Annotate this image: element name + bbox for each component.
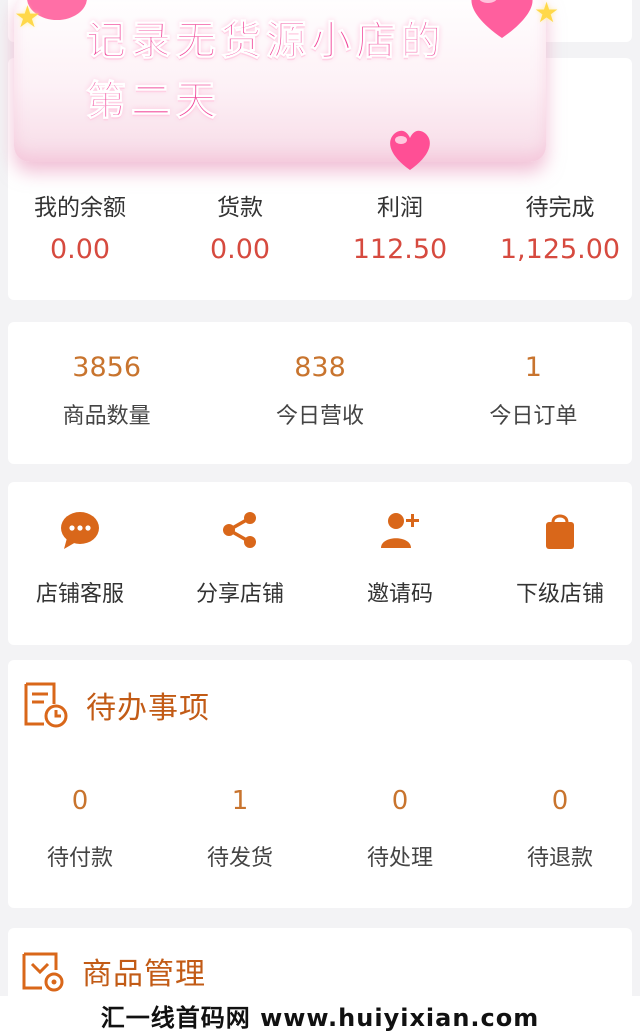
todo-label-pending-process[interactable]: 待处理 (320, 840, 480, 872)
todo-label-pending-shipment[interactable]: 待发货 (160, 840, 320, 872)
todo-label-pending-payment[interactable]: 待付款 (0, 840, 160, 872)
stat-values: 3856 838 1 (0, 352, 640, 383)
sticker-text-line2: 第二天 (86, 78, 221, 125)
tool-label-customer-service[interactable]: 店铺客服 (0, 576, 160, 608)
balance-label-pending: 待完成 (525, 195, 595, 221)
balance-value-pending[interactable]: 1,125.00 (480, 234, 640, 265)
balance-label-mine: 我的余额 (34, 195, 126, 221)
watermark-bar: 汇一线首码网 www.huiyixian.com (0, 996, 640, 1034)
balance-value-goods-payment[interactable]: 0.00 (160, 234, 320, 265)
balance-label-profit: 利润 (377, 195, 423, 221)
heart-icon (471, 0, 533, 38)
goods-management-icon (22, 952, 64, 992)
stat-label-today-revenue: 今日营收 (275, 404, 364, 429)
stat-label-product-count: 商品数量 (62, 404, 151, 429)
add-user-icon (381, 513, 419, 548)
goods-section-header[interactable]: 商品管理 (20, 948, 206, 994)
tool-share-store[interactable] (160, 506, 320, 554)
stat-value-today-revenue[interactable]: 838 (213, 352, 426, 383)
balance-value-profit[interactable]: 112.50 (320, 234, 480, 265)
tool-sub-store[interactable] (480, 506, 640, 554)
star-icon: ★ (14, 0, 41, 35)
todo-value-pending-payment[interactable]: 0 (0, 786, 160, 816)
tool-customer-service[interactable] (0, 506, 160, 554)
tool-label-share-store[interactable]: 分享店铺 (160, 576, 320, 608)
store-dashboard: 店 我的余额 货款 利润 待完成 0.00 0.00 112.50 1,125.… (0, 0, 640, 1034)
todo-list-icon (24, 682, 68, 728)
todo-section-header: 待办事项 (20, 680, 210, 730)
todo-section-title: 待办事项 (86, 691, 210, 726)
sticker-text-line1: 记录无货源小店的 (86, 18, 446, 65)
tool-label-sub-store[interactable]: 下级店铺 (480, 576, 640, 608)
todo-label-pending-refund[interactable]: 待退款 (480, 840, 640, 872)
tool-icons (0, 506, 640, 554)
goods-section-title: 商品管理 (82, 957, 206, 992)
chat-bubble-icon (61, 512, 99, 549)
balance-value-mine[interactable]: 0.00 (0, 234, 160, 265)
tool-label-invite-code[interactable]: 邀请码 (320, 576, 480, 608)
stat-value-product-count[interactable]: 3856 (0, 352, 213, 383)
todo-values: 0 1 0 0 (0, 786, 640, 816)
watermark-text: 汇一线首码网 www.huiyixian.com (100, 1003, 540, 1032)
todo-value-pending-process[interactable]: 0 (320, 786, 480, 816)
stat-value-today-orders[interactable]: 1 (427, 352, 640, 383)
star-icon: ★ (534, 0, 560, 29)
todo-value-pending-refund[interactable]: 0 (480, 786, 640, 816)
balance-values: 0.00 0.00 112.50 1,125.00 (0, 234, 640, 265)
stat-labels: 商品数量 今日营收 今日订单 (0, 398, 640, 430)
tool-invite-code[interactable] (320, 506, 480, 554)
shopping-bag-icon (546, 514, 574, 549)
balance-labels: 我的余额 货款 利润 待完成 (0, 188, 640, 222)
tool-labels: 店铺客服 分享店铺 邀请码 下级店铺 (0, 576, 640, 608)
stat-label-today-orders: 今日订单 (489, 404, 578, 429)
stats-card (8, 322, 632, 464)
todo-value-pending-shipment[interactable]: 1 (160, 786, 320, 816)
balance-label-goods-payment: 货款 (217, 195, 263, 221)
heart-icon (390, 130, 430, 170)
share-icon (223, 512, 256, 548)
todo-labels: 待付款 待发货 待处理 待退款 (0, 840, 640, 872)
